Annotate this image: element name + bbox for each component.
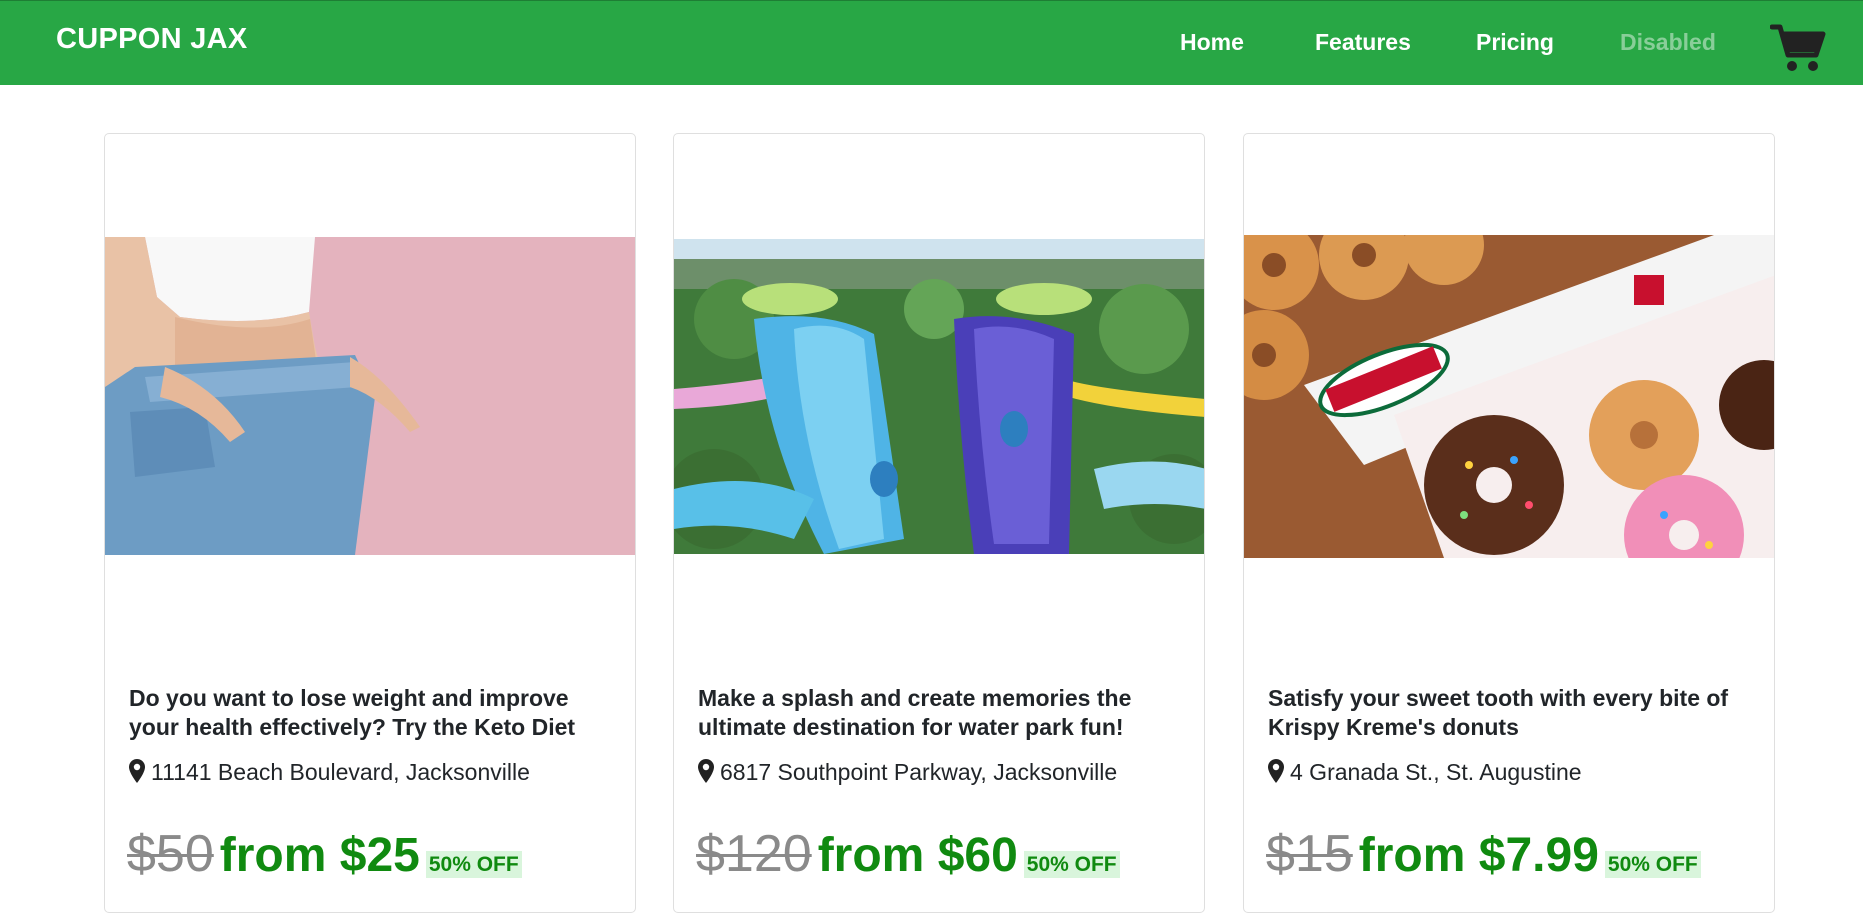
card-title[interactable]: Make a splash and create memories the ul…	[698, 684, 1168, 742]
map-marker-icon	[1268, 759, 1284, 783]
shopping-cart-icon[interactable]	[1769, 21, 1826, 73]
location-text: 11141 Beach Boulevard, Jacksonville	[151, 759, 530, 785]
keto-diet-image	[105, 237, 635, 555]
new-price: from $25	[219, 829, 420, 882]
water-park-image	[674, 239, 1204, 554]
nav-pricing[interactable]: Pricing	[1476, 29, 1554, 56]
card-location: 6817 Southpoint Parkway, Jacksonville	[698, 759, 1117, 786]
old-price: $50	[127, 825, 214, 883]
price-row: $50 from $25 50% OFF	[127, 824, 522, 884]
location-text: 6817 Southpoint Parkway, Jacksonville	[720, 759, 1118, 785]
map-marker-icon	[129, 759, 145, 783]
deal-card-water-park[interactable]: Make a splash and create memories the ul…	[673, 133, 1205, 913]
deal-card-keto[interactable]: Do you want to lose weight and improve y…	[104, 133, 636, 913]
map-marker-icon	[698, 759, 714, 783]
price-row: $15 from $7.99 50% OFF	[1266, 824, 1701, 884]
discount-badge: 50% OFF	[1604, 851, 1701, 878]
discount-badge: 50% OFF	[425, 851, 522, 878]
brand-logo[interactable]: CUPPON JAX	[56, 23, 248, 56]
top-navbar: CUPPON JAX Home Features Pricing Disable…	[0, 0, 1863, 85]
nav-disabled: Disabled	[1620, 29, 1716, 55]
location-text: 4 Granada St., St. Augustine	[1290, 759, 1582, 785]
donuts-image	[1244, 235, 1774, 558]
new-price: from $7.99	[1358, 829, 1599, 882]
new-price: from $60	[817, 829, 1018, 882]
nav-home[interactable]: Home	[1180, 29, 1244, 56]
deal-card-donuts[interactable]: Satisfy your sweet tooth with every bite…	[1243, 133, 1775, 913]
old-price: $120	[696, 825, 812, 883]
discount-badge: 50% OFF	[1023, 851, 1120, 878]
old-price: $15	[1266, 825, 1353, 883]
card-location: 11141 Beach Boulevard, Jacksonville	[129, 759, 530, 786]
card-title[interactable]: Do you want to lose weight and improve y…	[129, 684, 599, 742]
card-title[interactable]: Satisfy your sweet tooth with every bite…	[1268, 684, 1738, 742]
nav-features[interactable]: Features	[1315, 29, 1411, 56]
price-row: $120 from $60 50% OFF	[696, 824, 1120, 884]
card-location: 4 Granada St., St. Augustine	[1268, 759, 1582, 786]
